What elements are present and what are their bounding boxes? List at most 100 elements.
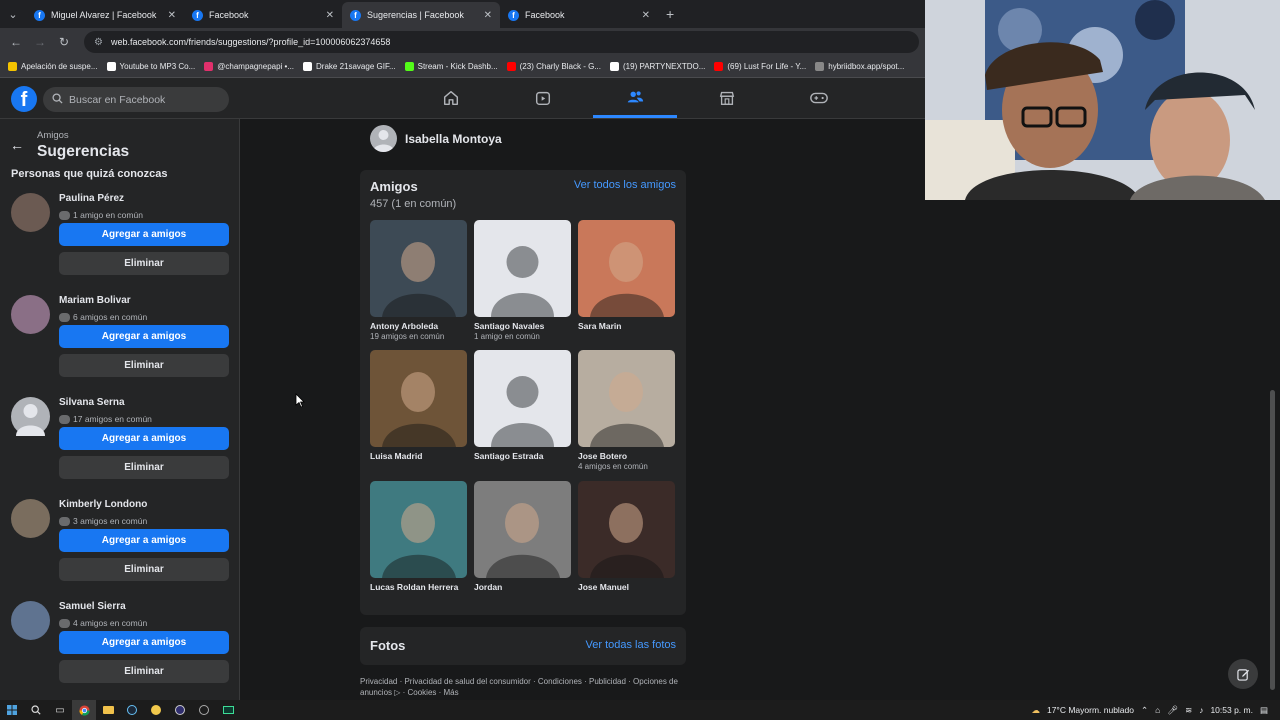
close-tab-icon[interactable]: ✕ — [168, 10, 176, 21]
tray-mic-icon[interactable]: 🎤︎ — [1167, 705, 1178, 716]
url-field[interactable]: ⚙ web.facebook.com/friends/suggestions/?… — [84, 31, 919, 53]
friend-photo[interactable] — [474, 481, 571, 578]
nav-home-icon[interactable] — [409, 78, 493, 118]
bookmark-item[interactable]: (69) Lust For Life - Y... — [714, 62, 806, 71]
browser-tab[interactable]: f Miguel Alvarez | Facebook ✕ — [26, 2, 184, 28]
nav-watch-icon[interactable] — [501, 78, 585, 118]
remove-suggestion-button[interactable]: Eliminar — [59, 456, 229, 479]
friend-photo[interactable] — [578, 350, 675, 447]
new-message-button[interactable] — [1228, 659, 1258, 689]
weather-text[interactable]: 17°C Mayorm. nublado — [1047, 705, 1134, 715]
reload-icon[interactable]: ↻ — [52, 35, 76, 49]
add-friend-button[interactable]: Agregar a amigos — [59, 325, 229, 348]
friend-name[interactable]: Jose Botero — [578, 451, 675, 461]
nav-friends-icon[interactable] — [593, 78, 677, 118]
page-scrollbar[interactable] — [1270, 390, 1275, 690]
friend-tile[interactable]: Lucas Roldan Herrera — [370, 481, 467, 592]
add-friend-button[interactable]: Agregar a amigos — [59, 427, 229, 450]
avatar[interactable] — [11, 397, 50, 436]
suggestion-name[interactable]: Paulina Pérez — [59, 193, 124, 204]
tray-network-icon[interactable]: ⌂ — [1155, 705, 1160, 715]
nav-marketplace-icon[interactable] — [685, 78, 769, 118]
suggestion-name[interactable]: Silvana Serna — [59, 397, 125, 408]
avatar[interactable] — [11, 499, 50, 538]
friends-card-title[interactable]: Amigos — [370, 179, 418, 194]
search-input[interactable]: Buscar en Facebook — [43, 87, 229, 112]
profile-avatar[interactable] — [370, 125, 397, 152]
new-tab-icon[interactable]: + — [666, 6, 674, 22]
steam-icon[interactable] — [120, 700, 144, 720]
add-friend-button[interactable]: Agregar a amigos — [59, 631, 229, 654]
close-tab-icon[interactable]: ✕ — [642, 10, 650, 21]
footer-links[interactable]: Privacidad · Privacidad de salud del con… — [360, 676, 680, 698]
bookmark-item[interactable]: Apelación de suspe... — [8, 62, 98, 71]
bookmark-item[interactable]: (23) Charly Black - G... — [506, 62, 601, 71]
suggestion-name[interactable]: Kimberly Londono — [59, 499, 147, 510]
friend-name[interactable]: Lucas Roldan Herrera — [370, 582, 467, 592]
add-friend-button[interactable]: Agregar a amigos — [59, 223, 229, 246]
bookmark-item[interactable]: (19) PARTYNEXTDO... — [610, 62, 705, 71]
remove-suggestion-button[interactable]: Eliminar — [59, 660, 229, 683]
task-view-icon[interactable]: ▭ — [48, 700, 72, 720]
bookmark-item[interactable]: Stream - Kick Dashb... — [404, 62, 498, 71]
friend-name[interactable]: Santiago Estrada — [474, 451, 571, 461]
bookmark-item[interactable]: Drake 21savage GIF... — [303, 62, 396, 71]
friend-tile[interactable]: Santiago Estrada — [474, 350, 571, 461]
friend-name[interactable]: Antony Arboleda — [370, 321, 467, 331]
app-terminal-icon[interactable] — [216, 700, 240, 720]
start-icon[interactable] — [0, 700, 24, 720]
browser-tab[interactable]: f Facebook ✕ — [184, 2, 342, 28]
chrome-icon[interactable] — [72, 700, 96, 720]
friend-photo[interactable] — [370, 350, 467, 447]
friend-name[interactable]: Jordan — [474, 582, 571, 592]
friend-name[interactable]: Santiago Navales — [474, 321, 571, 331]
friend-photo[interactable] — [578, 220, 675, 317]
see-all-photos-link[interactable]: Ver todas las fotos — [586, 639, 677, 651]
facebook-logo-icon[interactable]: f — [11, 86, 37, 112]
friend-name[interactable]: Luisa Madrid — [370, 451, 467, 461]
add-friend-button[interactable]: Agregar a amigos — [59, 529, 229, 552]
friend-tile[interactable]: Santiago Navales 1 amigo en común — [474, 220, 571, 341]
see-all-friends-link[interactable]: Ver todos los amigos — [574, 179, 676, 191]
breadcrumb[interactable]: Amigos — [37, 130, 69, 141]
browser-tab[interactable]: f Facebook ✕ — [500, 2, 658, 28]
app-circle-icon[interactable] — [192, 700, 216, 720]
remove-suggestion-button[interactable]: Eliminar — [59, 354, 229, 377]
friend-tile[interactable]: Jose Botero 4 amigos en común — [578, 350, 675, 471]
remove-suggestion-button[interactable]: Eliminar — [59, 252, 229, 275]
browser-tab-active[interactable]: f Sugerencias | Facebook ✕ — [342, 2, 500, 28]
friend-photo[interactable] — [370, 220, 467, 317]
tray-wifi-icon[interactable]: ≋ — [1185, 705, 1192, 716]
close-tab-icon[interactable]: ✕ — [484, 10, 492, 21]
tray-volume-icon[interactable]: ♪ — [1199, 705, 1203, 715]
nav-gaming-icon[interactable] — [777, 78, 861, 118]
site-info-icon[interactable]: ⚙ — [94, 37, 103, 48]
bookmark-item[interactable]: @champagnepapi •... — [204, 62, 294, 71]
back-arrow-icon[interactable]: ← — [10, 137, 24, 153]
app-obs-icon[interactable] — [168, 700, 192, 720]
friend-name[interactable]: Sara Marin — [578, 321, 675, 331]
tab-search-icon[interactable]: ⌄ — [0, 0, 26, 28]
friend-tile[interactable]: Jordan — [474, 481, 571, 592]
friend-tile[interactable]: Sara Marin — [578, 220, 675, 331]
bookmark-item[interactable]: hybriidbox.app/spot... — [815, 62, 904, 71]
clock[interactable]: 10:53 p. m. — [1210, 705, 1253, 715]
friend-tile[interactable]: Antony Arboleda 19 amigos en común — [370, 220, 467, 341]
taskbar-search-icon[interactable] — [24, 700, 48, 720]
bookmark-item[interactable]: Youtube to MP3 Co... — [106, 62, 195, 71]
friend-name[interactable]: Jose Manuel — [578, 582, 675, 592]
file-explorer-icon[interactable] — [96, 700, 120, 720]
app-yellow-icon[interactable] — [144, 700, 168, 720]
tray-chevron-icon[interactable]: ⌃ — [1141, 705, 1148, 716]
notifications-icon[interactable]: ▤ — [1260, 705, 1268, 716]
photos-card-title[interactable]: Fotos — [370, 638, 405, 653]
forward-icon[interactable]: → — [28, 35, 52, 49]
friend-photo[interactable] — [370, 481, 467, 578]
back-icon[interactable]: ← — [4, 35, 28, 49]
close-tab-icon[interactable]: ✕ — [326, 10, 334, 21]
friend-tile[interactable]: Jose Manuel — [578, 481, 675, 592]
friend-photo[interactable] — [578, 481, 675, 578]
suggestion-name[interactable]: Mariam Bolivar — [59, 295, 131, 306]
avatar[interactable] — [11, 193, 50, 232]
friend-photo[interactable] — [474, 350, 571, 447]
